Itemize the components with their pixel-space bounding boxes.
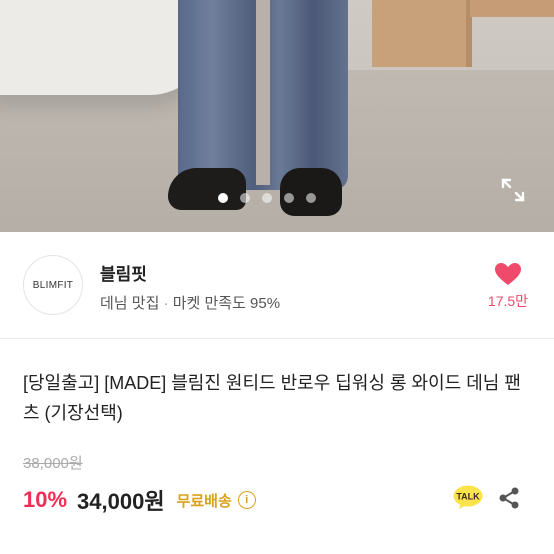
seller-logo[interactable]: BLIMFIT	[23, 255, 83, 315]
image-jeans-gap	[256, 0, 270, 185]
image-shoe-left	[168, 168, 246, 210]
seller-separator: ·	[159, 295, 173, 312]
seller-section	[0, 232, 554, 339]
info-icon[interactable]: i	[237, 491, 256, 509]
like-count: 17.5만	[487, 293, 529, 309]
svg-text:TALK: TALK	[456, 492, 480, 502]
kakao-talk-icon[interactable]: TALK	[453, 485, 483, 509]
seller-info: 데님 맛집 · 마켓 만족도 95%	[100, 292, 280, 313]
seller-category: 데님 맛집	[100, 295, 160, 312]
expand-icon[interactable]	[500, 177, 526, 203]
gallery-dot[interactable]	[306, 193, 316, 203]
discount-rate: 10%	[23, 487, 68, 512]
image-shoe-right	[280, 168, 342, 216]
seller-logo-text: BLIMFIT	[32, 279, 74, 291]
share-icon[interactable]	[498, 486, 520, 510]
image-box-top	[470, 0, 554, 17]
heart-icon[interactable]	[494, 262, 522, 286]
gallery-dot[interactable]	[218, 193, 228, 203]
image-box	[372, 0, 472, 67]
sale-price: 34,000원	[77, 489, 165, 514]
product-title: [당일출고] [MADE] 블림진 원티드 반로우 딥워싱 롱 와이드 데님 팬…	[23, 373, 521, 423]
price-row: 10% 34,000원 무료배송 i	[23, 484, 256, 516]
gallery-pagination	[218, 193, 316, 203]
gallery-dot[interactable]	[262, 193, 272, 203]
seller-name[interactable]: 블림핏	[100, 260, 147, 285]
original-price: 38,000원	[23, 455, 83, 472]
gallery-dot[interactable]	[240, 193, 250, 203]
shipping-badge: 무료배송	[176, 492, 232, 510]
seller-satisfaction: 마켓 만족도 95%	[172, 295, 281, 312]
product-image-gallery[interactable]	[0, 0, 554, 232]
gallery-dot[interactable]	[284, 193, 294, 203]
